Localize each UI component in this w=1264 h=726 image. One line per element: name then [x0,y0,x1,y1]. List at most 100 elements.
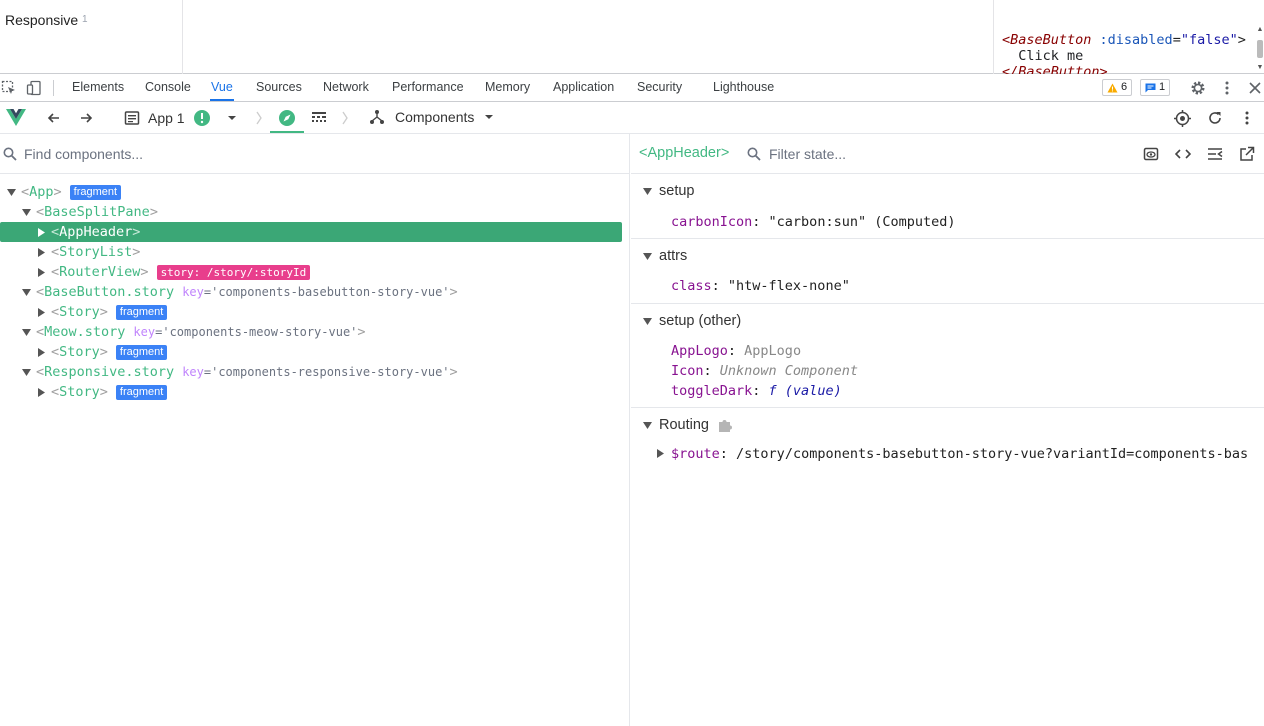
tab-network[interactable]: Network [322,74,370,101]
collapsed-triangle-icon[interactable] [36,307,46,317]
vue-devtools-toolbar: App 1 Components [0,102,1264,134]
property-key: class [671,278,712,294]
tab-elements[interactable]: Elements [71,74,125,101]
tree-node-responsive-story[interactable]: <Responsive.story key='components-respon… [0,362,622,382]
tab-memory[interactable]: Memory [484,74,531,101]
tree-node-story-list[interactable]: <StoryList> [0,242,622,262]
source-code: <BaseButton :disabled="false"> Click me … [1002,32,1246,74]
warning-icon [1107,83,1118,92]
tab-lighthouse[interactable]: Lighthouse [712,74,775,101]
code-scrollbar[interactable]: ▲ ▼ [1256,26,1264,72]
tree-node-name: BaseSplitPane [44,204,150,220]
search-icon [3,147,17,161]
code-text-line: Click me [1002,48,1084,64]
scroll-up-icon[interactable]: ▲ [1256,26,1264,34]
tree-node-story[interactable]: <Story> fragment [0,382,622,402]
tree-node-name: Responsive.story [44,364,175,380]
expanded-triangle-icon[interactable] [21,207,31,217]
property-value: "carbon:sun" (Computed) [768,214,956,230]
expanded-triangle-icon[interactable] [6,187,16,197]
state-property-row[interactable]: $route: /story/components-basebutton-sto… [656,446,1248,462]
expanded-triangle-icon[interactable] [21,287,31,297]
tree-node-meow-story[interactable]: <Meow.story key='components-meow-story-v… [0,322,622,342]
close-devtools-icon[interactable] [1246,79,1264,97]
scroll-down-icon[interactable]: ▼ [1256,64,1264,72]
inspect-element-icon[interactable] [0,79,18,97]
warnings-badge[interactable]: 6 [1102,79,1133,96]
story-title[interactable]: Responsive [5,12,78,28]
property-key: AppLogo [671,343,728,359]
section-title: setup [659,183,695,199]
tree-node-name: Story [59,384,100,400]
component-search-input[interactable] [24,144,614,164]
vue-logo-icon [6,109,26,126]
more-options-icon[interactable] [1239,110,1255,126]
app-window-icon [124,111,140,125]
chevron-down-icon [227,116,236,120]
collapsed-triangle-icon[interactable] [36,347,46,357]
collapsed-triangle-icon[interactable] [36,267,46,277]
timeline-icon[interactable] [311,110,327,126]
tree-node-router-view[interactable]: <RouterView> story: /story/:storyId [0,262,622,282]
view-selector[interactable]: Components [369,109,494,125]
tree-node-story[interactable]: <Story> fragment [0,342,622,362]
active-inspector-indicator [270,131,304,133]
story-preview-area [183,0,993,74]
scroll-thumb[interactable] [1257,40,1263,58]
forward-arrow-icon[interactable] [78,110,94,126]
render-code-icon[interactable] [1206,145,1224,163]
collapsed-triangle-icon[interactable] [656,446,671,462]
key-attribute: key='components-responsive-story-vue' [182,365,450,379]
messages-badge[interactable]: 1 [1140,79,1171,96]
tree-node-name: AppHeader [59,224,133,240]
tab-sources[interactable]: Sources [255,74,303,101]
open-in-editor-icon[interactable] [1238,145,1256,163]
state-property-row[interactable]: class: "htw-flex-none" [671,278,850,294]
tab-console[interactable]: Console [144,74,192,101]
scroll-to-component-icon[interactable] [1142,145,1160,163]
tree-node-base-split-pane[interactable]: <BaseSplitPane> [0,202,622,222]
state-section-attrs: attrs class: "htw-flex-none" [631,239,1264,304]
device-toolbar-icon[interactable] [25,79,43,97]
section-header[interactable]: setup (other) [643,313,741,329]
back-arrow-icon[interactable] [46,110,62,126]
tree-node-name: RouterView [59,264,141,280]
tree-node-app[interactable]: <App> fragment [0,182,622,202]
state-filter-input[interactable] [769,144,1129,164]
tab-application[interactable]: Application [552,74,615,101]
collapsed-triangle-icon[interactable] [36,247,46,257]
section-header[interactable]: attrs [643,248,687,264]
tab-security[interactable]: Security [636,74,683,101]
section-header[interactable]: Routing [643,417,733,433]
expanded-triangle-icon [643,421,653,430]
state-property-row[interactable]: toggleDark: f (value) [671,383,842,399]
inspector-compass-icon[interactable] [278,109,296,127]
view-selector-label: Components [395,109,475,125]
tree-node-name: Meow.story [44,324,126,340]
expanded-triangle-icon[interactable] [21,327,31,337]
story-list-column: Responsive 1 [0,0,183,74]
more-options-icon[interactable] [1218,79,1236,97]
tab-vue[interactable]: Vue [210,74,234,101]
collapsed-triangle-icon[interactable] [36,227,46,237]
fragment-badge: fragment [115,384,168,400]
section-title: attrs [659,248,688,264]
tab-performance[interactable]: Performance [391,74,465,101]
code-icon[interactable] [1174,145,1192,163]
state-property-row[interactable]: carbonIcon: "carbon:sun" (Computed) [671,214,955,230]
breadcrumb-separator-icon [254,109,264,127]
select-component-target-icon[interactable] [1174,110,1191,127]
collapsed-triangle-icon[interactable] [36,387,46,397]
state-property-row[interactable]: Icon: Unknown Component [671,363,858,379]
expanded-triangle-icon[interactable] [21,367,31,377]
state-property-row[interactable]: AppLogo: AppLogo [671,343,801,359]
tree-node-story[interactable]: <Story> fragment [0,302,622,322]
settings-gear-icon[interactable] [1189,79,1207,97]
tree-node-basebutton-story[interactable]: <BaseButton.story key='components-basebu… [0,282,622,302]
refresh-icon[interactable] [1207,110,1223,126]
property-value: "htw-flex-none" [727,278,850,294]
app-selector[interactable]: App 1 [124,109,237,127]
fragment-badge: fragment [115,344,168,360]
section-header[interactable]: setup [643,183,694,199]
tree-node-app-header[interactable]: <AppHeader> [0,222,622,242]
